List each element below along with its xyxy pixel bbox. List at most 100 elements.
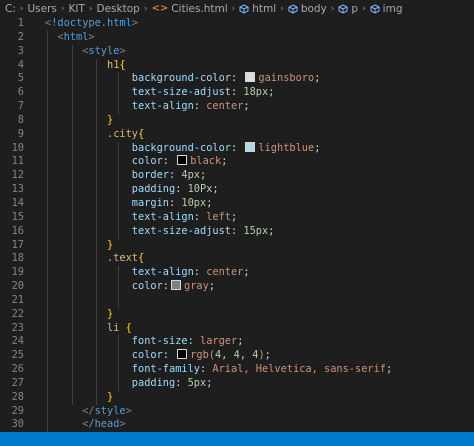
color-swatch-icon[interactable] <box>245 72 256 83</box>
code-line[interactable]: 27 padding: 5px; <box>0 376 474 391</box>
indent-guide <box>118 141 119 156</box>
code-line[interactable]: 7 text-align: center; <box>0 100 474 114</box>
code-line[interactable]: 23 li { <box>0 321 474 336</box>
code-line[interactable]: 9 .city{ <box>0 127 474 142</box>
line-number: 5 <box>17 72 24 85</box>
code-token: : <box>231 224 244 237</box>
code-editor[interactable]: 1 <!doctype.html> 2 <html> 3 <style> 4 h1{5 back… <box>0 17 474 432</box>
breadcrumb-item-p[interactable]: p <box>338 3 358 15</box>
indent-guide <box>72 321 73 336</box>
code-token: { <box>138 127 145 140</box>
code-line[interactable]: 15 text-align: left; <box>0 210 474 225</box>
code-line[interactable]: 28} <box>0 390 474 405</box>
code-line[interactable]: 19 text-align: center; <box>0 266 474 281</box>
status-bar <box>0 432 474 446</box>
code-token: : <box>162 280 169 293</box>
breadcrumb-item-drive[interactable]: C: <box>5 3 16 15</box>
code-text: text-align: center; <box>132 100 250 114</box>
html-file-icon: <> <box>151 3 169 14</box>
code-token: ; <box>243 266 250 279</box>
code-token: text-size-adjust <box>131 86 231 99</box>
indent-guide <box>47 210 48 225</box>
code-line[interactable]: 6 text-size-adjust: 18px; <box>0 86 474 101</box>
color-swatch-icon[interactable] <box>245 141 256 152</box>
code-line[interactable]: 29 </style> <box>0 404 474 419</box>
code-line[interactable]: 8} <box>0 113 474 128</box>
indent-guide <box>72 183 73 197</box>
code-token: </ <box>82 404 95 417</box>
code-token: ; <box>231 210 238 223</box>
chevron-right-icon: › <box>280 3 284 14</box>
code-token: margin <box>131 196 169 209</box>
breadcrumb-item-body[interactable]: body <box>288 3 327 15</box>
code-token: : <box>193 100 207 113</box>
indent-guide <box>47 155 48 170</box>
code-line[interactable]: 20 color: gray; <box>0 280 474 294</box>
code-token: lightblue <box>258 141 315 154</box>
breadcrumb: C: › Users › KIT › Desktop › <> Cities.h… <box>0 0 474 17</box>
code-token: } <box>107 390 114 403</box>
breadcrumb-item-desktop[interactable]: Desktop <box>97 3 140 15</box>
indent-guide <box>47 390 48 405</box>
indent-guide <box>118 100 119 114</box>
code-text: li { <box>107 322 132 336</box>
indent-guide <box>118 293 119 308</box>
code-line[interactable]: 10 background-color: lightblue; <box>0 141 474 156</box>
code-token: Arial, Helvetica, sans-serif <box>212 363 386 376</box>
indent-guide <box>72 376 73 391</box>
indent-guide <box>72 72 73 87</box>
code-line[interactable]: 26 font-family: Arial, Helvetica, sans-se… <box>0 363 474 377</box>
code-token: 5px <box>187 376 207 389</box>
code-token: : <box>200 363 213 376</box>
code-line[interactable]: 3 <style> <box>0 44 474 59</box>
code-token: !doctype.html <box>51 17 132 29</box>
code-token: ; <box>243 100 250 113</box>
color-swatch-icon[interactable] <box>171 280 181 291</box>
indent-guide <box>72 349 73 364</box>
code-token: text-size-adjust <box>131 224 231 237</box>
breadcrumb-item-kit[interactable]: KIT <box>69 3 85 15</box>
code-line[interactable]: 4 h1{ <box>0 58 474 73</box>
indent-guide <box>96 169 97 184</box>
chevron-right-icon: › <box>60 3 65 14</box>
indent-guide <box>96 224 97 239</box>
breadcrumb-item-img[interactable]: img <box>370 3 402 15</box>
code-line[interactable]: 1 <!doctype.html> <box>0 17 474 31</box>
breadcrumb-item-users[interactable]: Users <box>27 3 56 15</box>
breadcrumb-item-file[interactable]: <> Cities.html <box>151 3 227 15</box>
code-token: ; <box>221 155 228 168</box>
line-number: 26 <box>11 363 24 376</box>
code-line[interactable]: 24 font-size: larger; <box>0 335 474 350</box>
element-cube-icon <box>338 3 348 14</box>
breadcrumb-item-html[interactable]: html <box>239 3 276 15</box>
color-swatch-icon[interactable] <box>177 349 188 360</box>
indent-guide <box>96 196 97 211</box>
code-line[interactable]: 14 margin: 10px; <box>0 196 474 211</box>
code-token: padding <box>131 376 176 389</box>
code-line[interactable]: 12 border: 4px; <box>0 169 474 184</box>
code-line[interactable]: 2 <html> <box>0 30 474 45</box>
code-line[interactable]: 16 text-size-adjust: 15px; <box>0 224 474 239</box>
indent-guide <box>96 266 97 281</box>
code-line[interactable]: 5 background-color: gainsboro; <box>0 72 474 87</box>
code-line[interactable]: 21 <box>0 293 474 308</box>
code-line[interactable]: 30 </head> <box>0 418 474 432</box>
color-swatch-icon[interactable] <box>177 155 188 166</box>
code-line[interactable]: 22} <box>0 307 474 322</box>
code-line[interactable]: 13 padding: 10Px; <box>0 183 474 197</box>
code-token: /head <box>88 418 120 431</box>
line-number: 13 <box>11 183 24 196</box>
code-line[interactable]: 25 color: rgb(4, 4, 4); <box>0 349 474 364</box>
code-token: } <box>107 238 114 251</box>
code-line[interactable]: 11 color: black; <box>0 155 474 170</box>
indent-guide <box>72 100 73 114</box>
line-number: 14 <box>11 196 24 209</box>
indent-guide <box>96 183 97 197</box>
line-number: 15 <box>11 210 24 223</box>
code-line[interactable]: 17} <box>0 238 474 253</box>
code-token: gainsboro <box>258 72 315 85</box>
indent-guide <box>47 363 48 377</box>
code-line[interactable]: 18 .text{ <box>0 252 474 267</box>
code-text: text-size-adjust: 18px; <box>132 86 275 100</box>
indent-guide <box>118 335 119 350</box>
